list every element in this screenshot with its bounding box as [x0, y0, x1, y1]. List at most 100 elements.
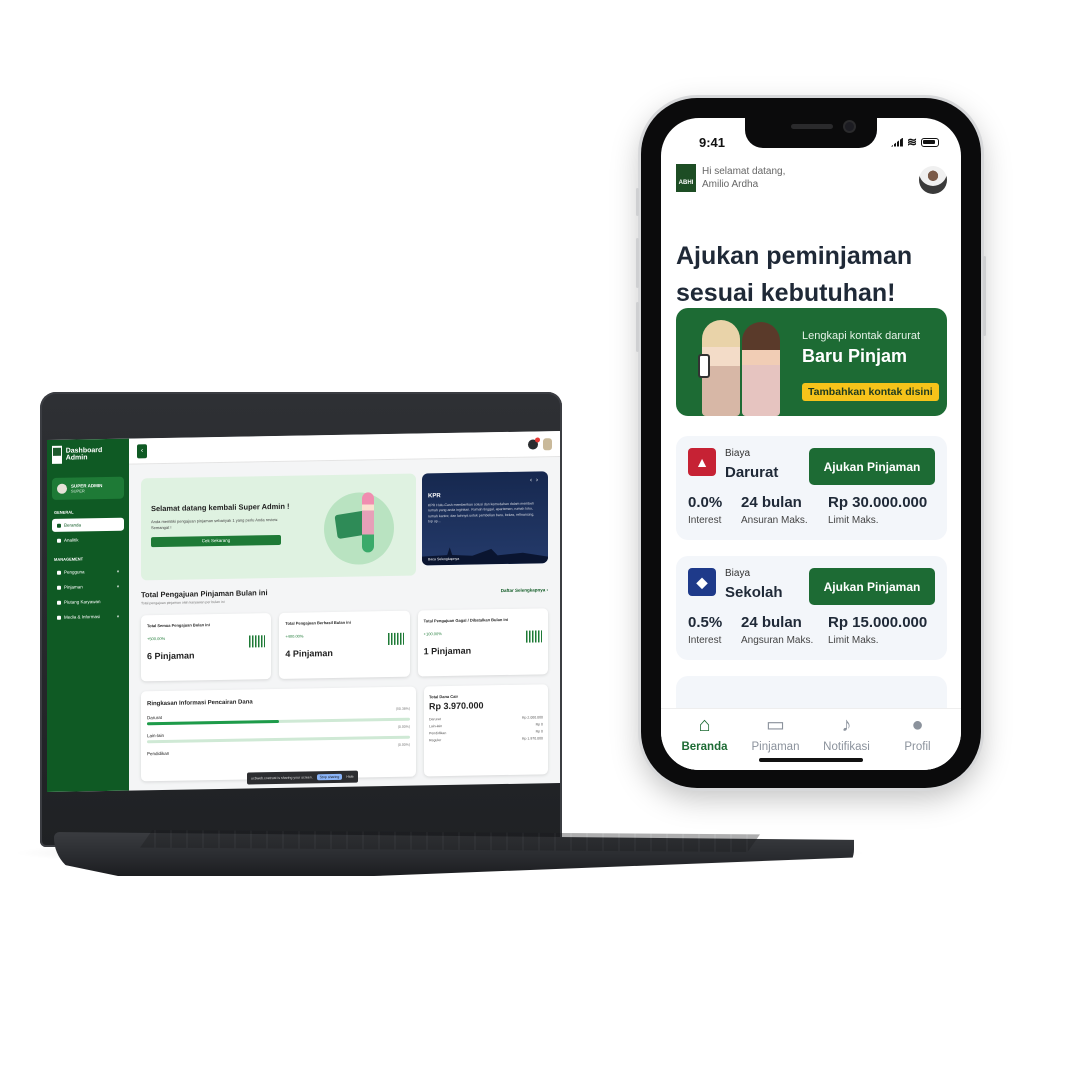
phone-side-button	[636, 238, 639, 288]
progress-fill	[147, 719, 280, 726]
sidebar-item-pengguna[interactable]: Pengguna ▾	[52, 565, 124, 579]
total-row-label: Lain-lain	[429, 724, 443, 729]
stat-value: Rp 15.000.000	[828, 614, 928, 631]
battery-icon	[921, 137, 939, 147]
nav-item-beranda[interactable]: ⌂ Beranda	[673, 709, 737, 770]
sidebar-item-label: Beranda	[64, 522, 82, 528]
summary-bar-row: Darurat (50.38%)	[147, 707, 410, 726]
apply-loan-button[interactable]: Ajukan Pinjaman	[809, 568, 935, 605]
sidebar-item-beranda[interactable]: Beranda	[52, 517, 124, 532]
loan-stat: 0.5% Interest	[688, 614, 722, 646]
sidebar-item-pinjaman[interactable]: Pinjaman ▾	[52, 580, 124, 594]
stat-label: Angsuran Maks.	[741, 635, 814, 646]
user-icon	[57, 570, 61, 575]
progress-track	[147, 735, 410, 744]
logo	[52, 445, 62, 464]
stat-value: Rp 30.000.000	[828, 494, 928, 511]
chevron-down-icon: ▾	[116, 613, 119, 619]
stat-card-title: Total Semua Pengajuan Bulan ini	[147, 622, 210, 629]
summary-title: Ringkasan Informasi Pencairan Dana	[147, 699, 253, 708]
bell-icon: ♪	[841, 714, 852, 736]
sidebar-item-media[interactable]: Media & Informasi ▾	[52, 610, 124, 624]
progress-track	[147, 717, 410, 726]
check-now-button[interactable]: Cek Sekarang	[151, 534, 281, 548]
kpr-read-more-link[interactable]: Baca Selengkapnya	[428, 557, 459, 562]
loan-name: Sekolah	[725, 584, 783, 601]
status-icons: ≋	[890, 135, 939, 149]
stat-label: Ansuran Maks.	[741, 515, 808, 526]
summary-bar-label: Lain-lain	[147, 732, 165, 739]
laptop-screen: Dashboard Admin SUPER ADMIN SUPER GENERA…	[47, 431, 560, 792]
kpr-title: KPR	[428, 493, 441, 500]
summary-bar-row: Lain-lain (0.00%)	[147, 725, 410, 744]
loan-name: Darurat	[725, 464, 779, 481]
view-all-link[interactable]: Daftar Selengkapnya ›	[501, 587, 548, 593]
nav-label: Beranda	[681, 741, 728, 753]
loan-caption: Biaya	[725, 448, 751, 459]
stat-card-change: +500.00%	[147, 635, 166, 642]
total-row: Lain-lain Rp 0	[429, 722, 543, 728]
apply-loan-button[interactable]: Ajukan Pinjaman	[809, 448, 935, 485]
mockup-stage: Dashboard Admin SUPER ADMIN SUPER GENERA…	[0, 0, 1080, 1080]
disbursement-summary-card: Ringkasan Informasi Pencairan Dana Darur…	[141, 686, 416, 782]
app-header: ABHI Hi selamat datang, Amilio Ardha	[676, 164, 947, 194]
bar-chart-icon	[249, 635, 266, 648]
user-role: SUPER	[71, 488, 85, 494]
loan-card-sekolah: ◆ Biaya Sekolah Ajukan Pinjaman 0.5% Inte…	[676, 556, 947, 660]
stat-cards: Total Semua Pengajuan Bulan ini +500.00%…	[141, 608, 548, 682]
total-row: Reguler Rp 1.970.000	[429, 736, 543, 742]
phone-notch	[745, 118, 877, 148]
sidebar-toggle-button[interactable]: ‹	[137, 443, 147, 458]
loan-stat: 24 bulan Ansuran Maks.	[741, 494, 808, 526]
person-illustration	[362, 492, 374, 553]
sidebar-item-label: Pengguna	[64, 569, 85, 575]
sidebar-item-piutang[interactable]: Piutang Karyawan	[52, 595, 124, 609]
page-title: Ajukan peminjaman sesuai kebutuhan!	[676, 242, 913, 307]
topbar-actions	[528, 437, 552, 450]
share-text: ucbweb.coetrust is sharing your screen.	[251, 775, 313, 781]
admin-sidebar: Dashboard Admin SUPER ADMIN SUPER GENERA…	[47, 438, 129, 792]
stat-value: 0.0%	[688, 494, 723, 511]
logo-text: ABHI	[678, 180, 694, 186]
screen-share-bar: ucbweb.coetrust is sharing your screen. …	[247, 770, 358, 785]
stat-label: Interest	[688, 635, 722, 646]
nav-label: Notifikasi	[823, 741, 870, 753]
carousel-arrows-icon[interactable]: ‹›	[530, 477, 542, 483]
stat-card-value: 4 Pinjaman	[285, 648, 333, 659]
card-icon: ▭	[766, 714, 785, 736]
home-indicator[interactable]	[759, 758, 863, 762]
total-value: Rp 3.970.000	[429, 700, 484, 712]
hide-button[interactable]: Hide	[346, 775, 353, 779]
admin-content: Selamat datang kembali Super Admin ! And…	[129, 457, 560, 782]
wifi-icon: ≋	[906, 135, 917, 149]
nav-item-profil[interactable]: ● Profil	[886, 709, 950, 770]
total-row: Pendidikan Rp 0	[429, 729, 543, 735]
add-contact-button[interactable]: Tambahkan kontak disini	[802, 383, 939, 401]
view-all-label: Daftar Selengkapnya	[500, 587, 546, 594]
sidebar-item-analitik[interactable]: Analitik	[52, 533, 124, 547]
total-row-value: Rp 1.970.000	[521, 736, 543, 741]
wallet-icon	[57, 600, 61, 605]
banner-subtitle: Lengkapi kontak darurat	[802, 330, 921, 342]
phone-icon	[698, 354, 710, 378]
welcome-card: Selamat datang kembali Super Admin ! And…	[141, 473, 416, 581]
total-row-value: Rp 0	[535, 722, 543, 727]
phone-screen: 9:41 ≋ ABHI Hi selamat datang, Amilio Ar…	[661, 118, 961, 770]
notification-icon[interactable]	[528, 438, 538, 450]
chevron-right-icon: ›	[546, 587, 549, 593]
kpr-carousel[interactable]: ‹› KPR KPR Hulu-Cash memberikan solusi d…	[422, 471, 548, 566]
phone-side-button	[636, 188, 639, 216]
avatar	[57, 483, 67, 494]
emergency-contact-banner[interactable]: Lengkapi kontak darurat Baru Pinjam Tamb…	[676, 308, 947, 416]
stat-label: Limit Maks.	[828, 635, 879, 646]
nav-label: Profil	[904, 741, 931, 753]
phone-side-button	[636, 302, 639, 352]
avatar[interactable]	[543, 437, 552, 450]
speaker	[791, 124, 833, 129]
welcome-text: Anda memiliki pengajuan pinjaman sebanya…	[151, 516, 279, 531]
summary-bar-row: Pendidikan (0.00%)	[147, 743, 410, 757]
admin-user-card[interactable]: SUPER ADMIN SUPER	[52, 476, 124, 500]
stop-sharing-button[interactable]: Stop sharing	[316, 773, 343, 781]
media-icon	[57, 615, 61, 620]
avatar[interactable]	[919, 166, 947, 194]
